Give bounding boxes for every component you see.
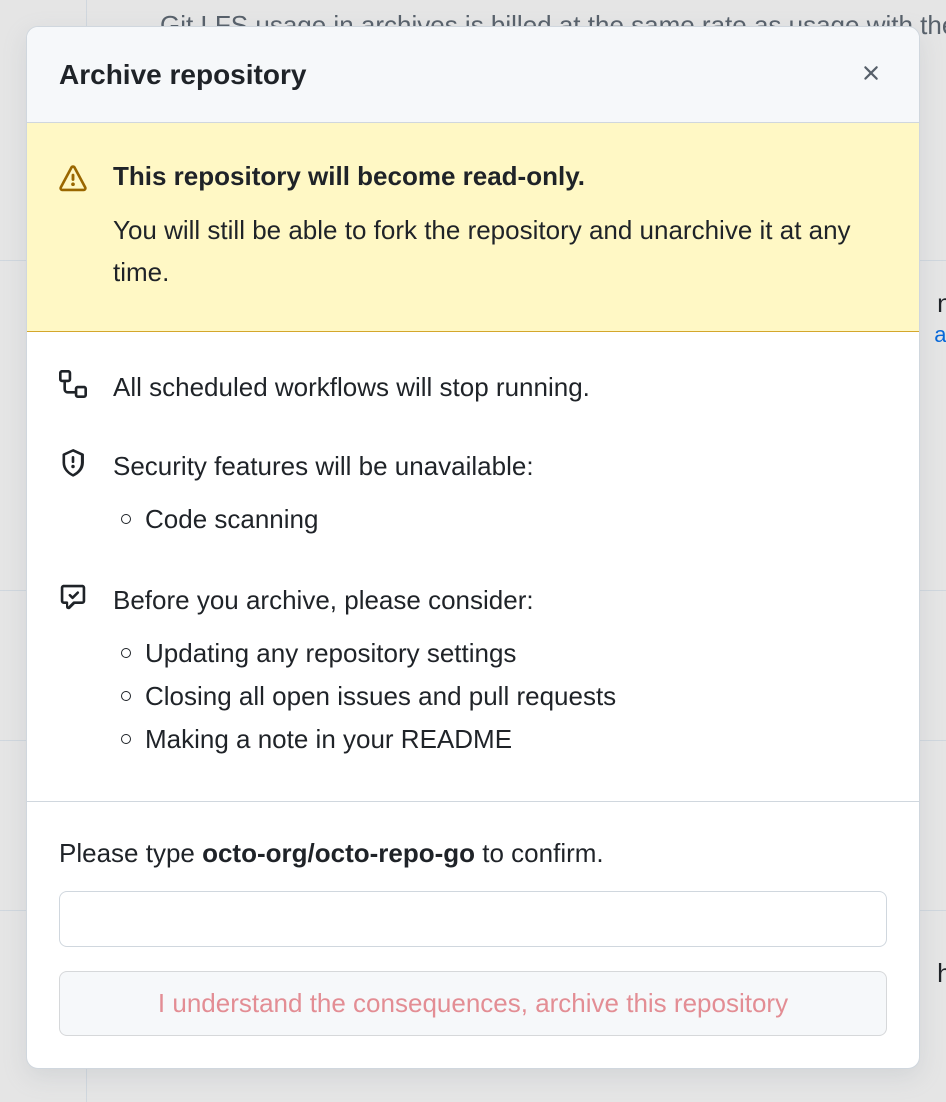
shield-icon xyxy=(59,449,87,541)
list-item: Code scanning xyxy=(113,498,887,541)
list-item: Closing all open issues and pull request… xyxy=(113,675,887,718)
workflow-icon xyxy=(59,370,87,407)
considerations-info: Before you archive, please consider: Upd… xyxy=(59,581,887,761)
list-item: Making a note in your README xyxy=(113,718,887,761)
checklist-icon xyxy=(59,583,87,761)
confirm-repo-name: octo-org/octo-repo-go xyxy=(202,838,475,868)
workflows-text: All scheduled workflows will stop runnin… xyxy=(113,368,887,407)
security-list: Code scanning xyxy=(113,498,887,541)
considerations-heading: Before you archive, please consider: xyxy=(113,581,887,620)
warning-description: You will still be able to fork the repos… xyxy=(113,210,887,293)
background-text-right: ng xyxy=(937,288,946,319)
dialog-title: Archive repository xyxy=(59,59,306,91)
security-info: Security features will be unavailable: C… xyxy=(59,447,887,541)
warning-content: This repository will become read-only. Y… xyxy=(113,161,887,293)
background-link-right: arn xyxy=(934,322,946,348)
dialog-header: Archive repository xyxy=(27,27,919,123)
close-button[interactable] xyxy=(853,55,889,94)
close-icon xyxy=(859,61,883,88)
confirm-prefix: Please type xyxy=(59,838,202,868)
workflows-info: All scheduled workflows will stop runnin… xyxy=(59,368,887,407)
confirm-suffix: to confirm. xyxy=(475,838,604,868)
considerations-list: Updating any repository settings Closing… xyxy=(113,632,887,761)
list-item: Updating any repository settings xyxy=(113,632,887,675)
archive-confirm-button[interactable]: I understand the consequences, archive t… xyxy=(59,971,887,1036)
warning-heading: This repository will become read-only. xyxy=(113,161,887,192)
warning-banner: This repository will become read-only. Y… xyxy=(27,123,919,332)
confirm-prompt: Please type octo-org/octo-repo-go to con… xyxy=(59,838,887,869)
alert-icon xyxy=(59,165,87,293)
confirm-input[interactable] xyxy=(59,891,887,947)
archive-repository-dialog: Archive repository This repository will … xyxy=(26,26,920,1069)
security-heading: Security features will be unavailable: xyxy=(113,447,887,486)
confirm-section: Please type octo-org/octo-repo-go to con… xyxy=(27,802,919,1068)
background-text-right: he xyxy=(937,958,946,989)
info-section: All scheduled workflows will stop runnin… xyxy=(27,332,919,802)
